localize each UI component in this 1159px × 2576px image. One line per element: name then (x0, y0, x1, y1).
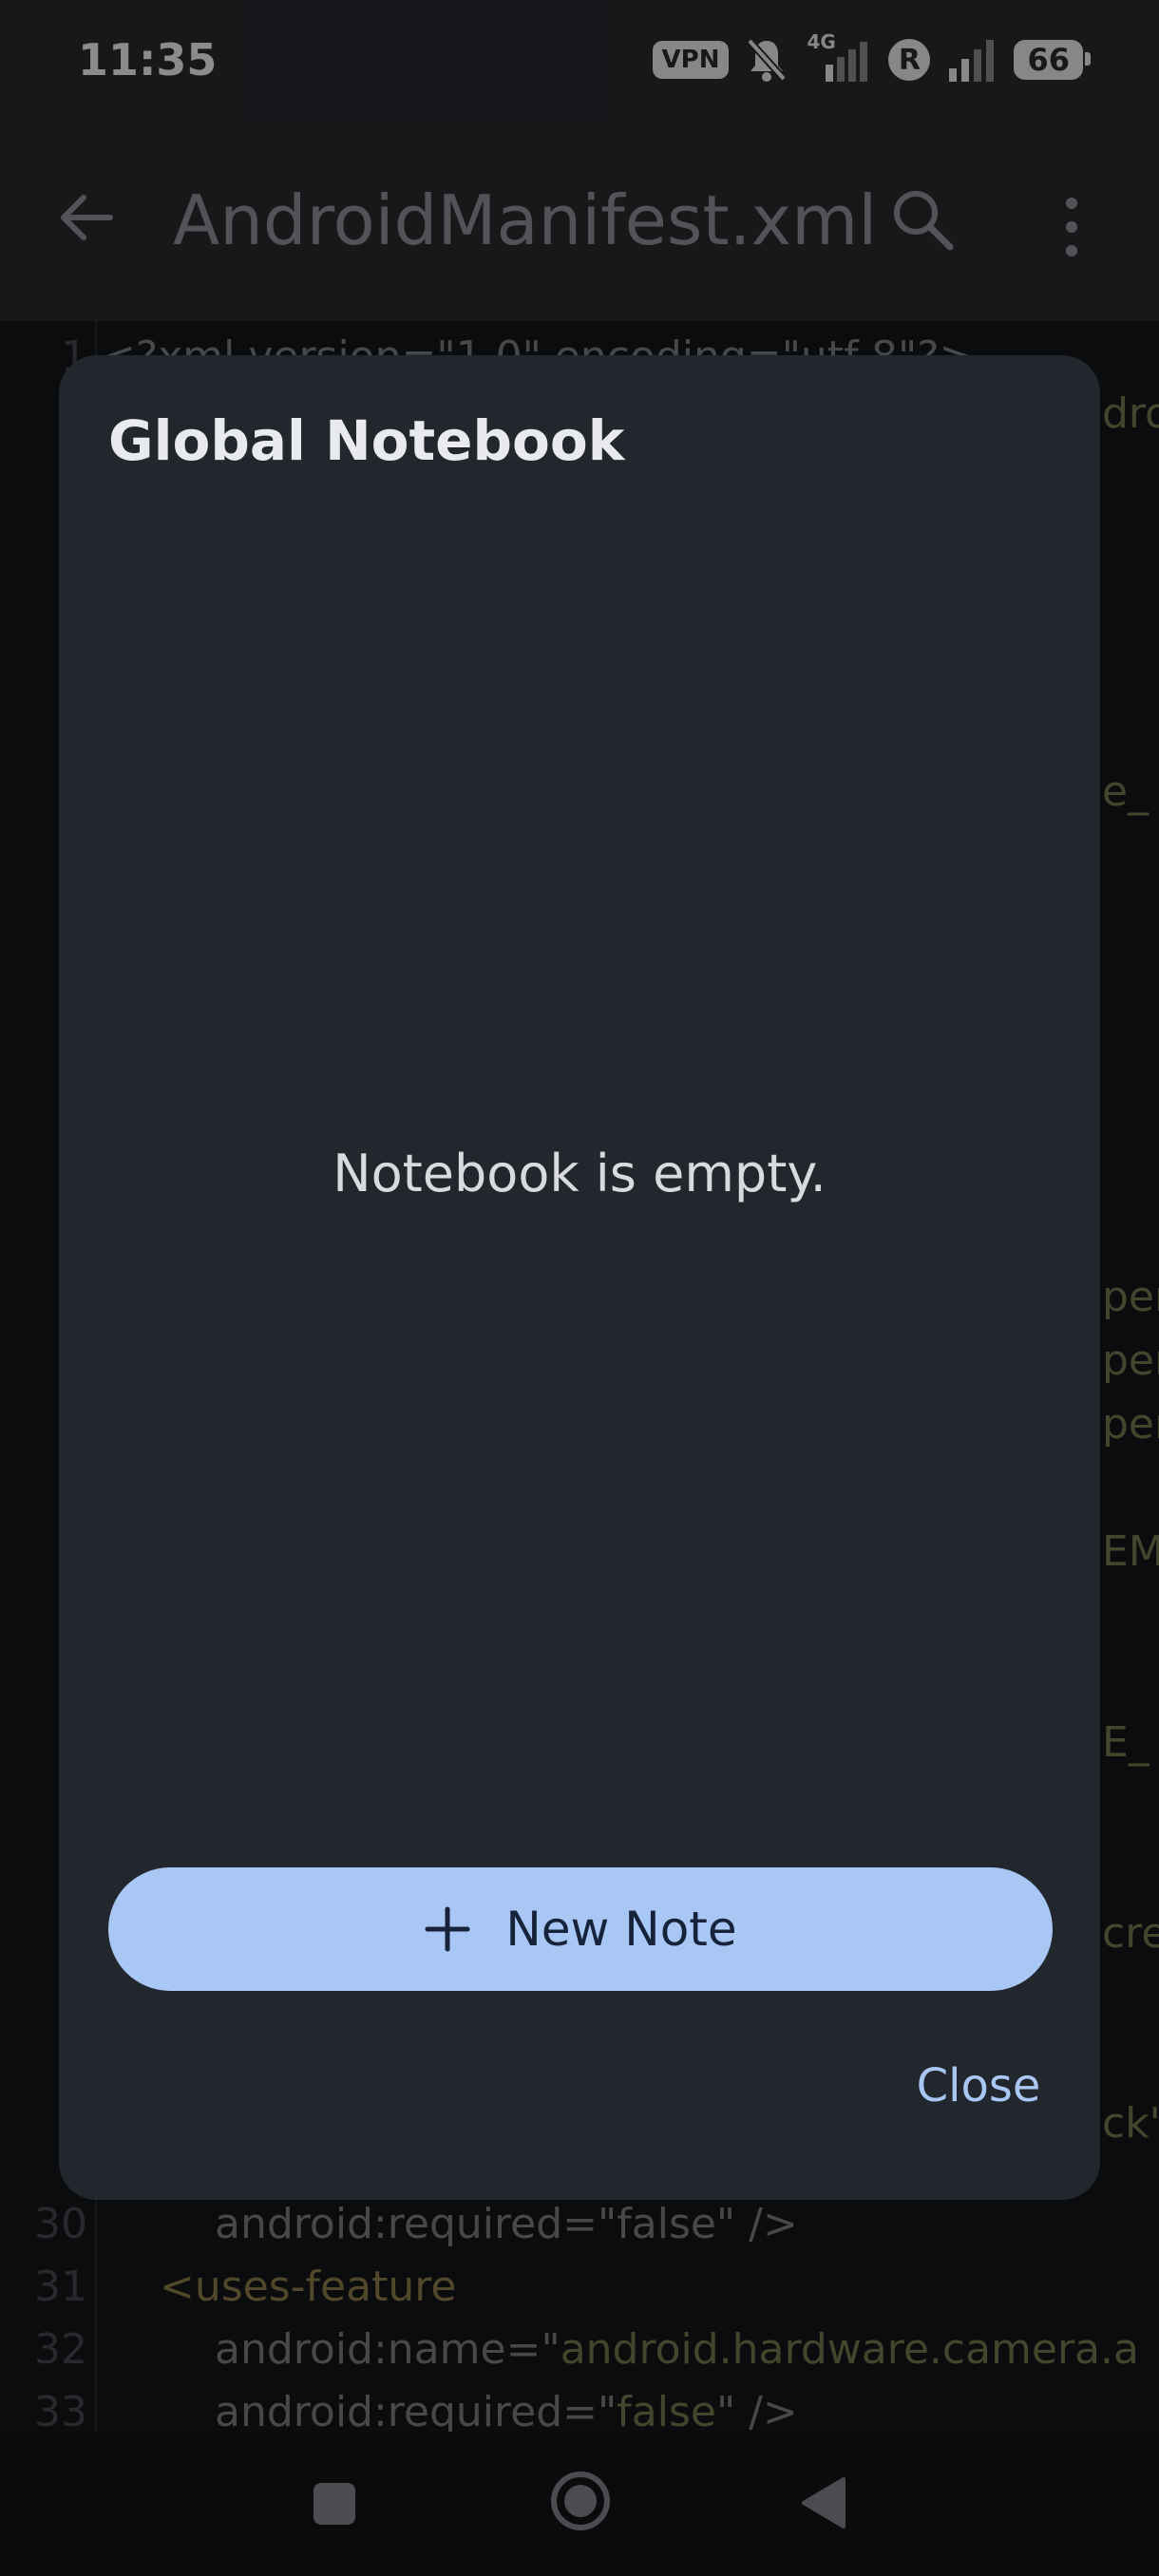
global-notebook-dialog: Global Notebook Notebook is empty. New N… (59, 355, 1100, 2200)
navigation-bar (0, 2432, 1159, 2576)
empty-state-message: Notebook is empty. (332, 1144, 826, 1203)
new-note-button[interactable]: New Note (108, 1867, 1053, 1991)
plus-icon (425, 1906, 470, 1952)
close-button[interactable]: Close (885, 2046, 1072, 2126)
new-note-label: New Note (505, 1902, 737, 1957)
dialog-title: Global Notebook (108, 408, 625, 473)
home-icon[interactable] (549, 2470, 612, 2532)
recents-icon[interactable] (312, 2481, 357, 2527)
back-triangle-icon[interactable] (798, 2475, 847, 2530)
